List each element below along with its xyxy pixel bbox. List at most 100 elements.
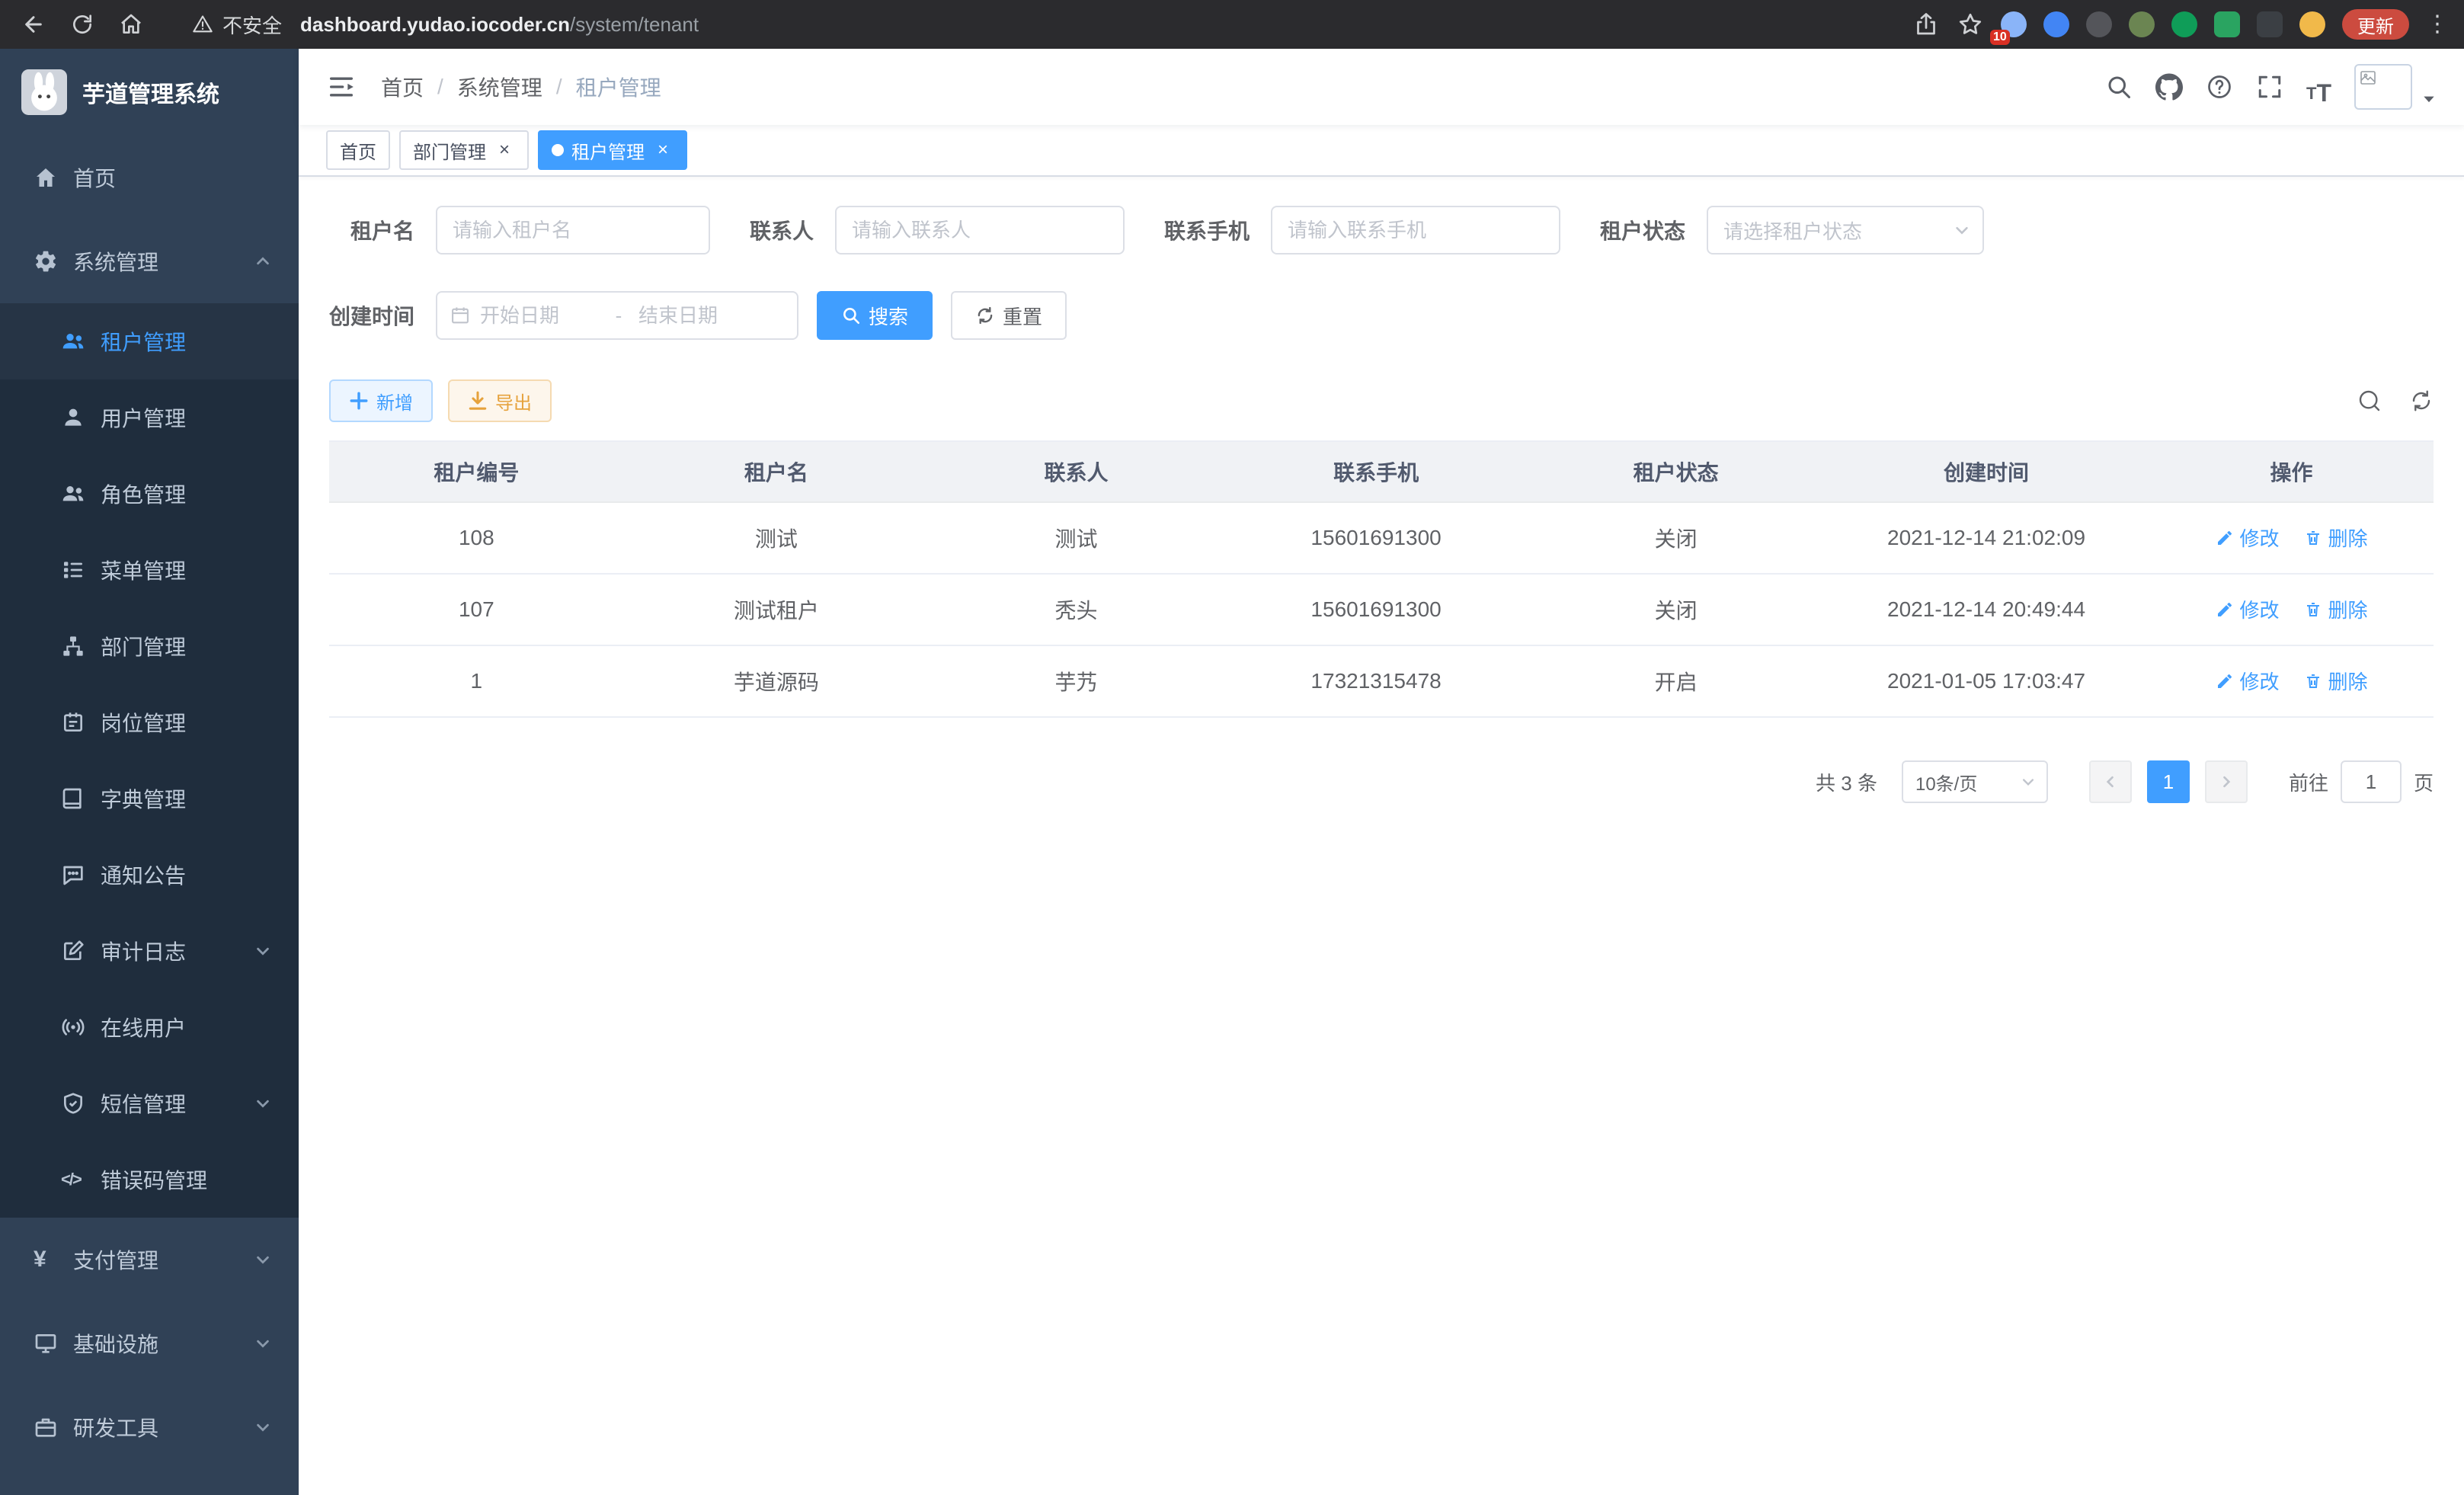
book-icon bbox=[61, 786, 85, 811]
extension-icon-3[interactable] bbox=[2086, 11, 2112, 37]
prev-page-button[interactable] bbox=[2089, 760, 2132, 803]
extension-icon-1[interactable]: 10 bbox=[2001, 11, 2027, 37]
sidebar-item-dept[interactable]: 部门管理 bbox=[0, 608, 299, 684]
contact-input[interactable] bbox=[835, 206, 1125, 255]
table-header-row: 租户编号 租户名 联系人 联系手机 租户状态 创建时间 操作 bbox=[329, 441, 2434, 502]
sidebar-item-tools[interactable]: 研发工具 bbox=[0, 1385, 299, 1469]
edit-link[interactable]: 修改 bbox=[2216, 667, 2280, 695]
edit-link[interactable]: 修改 bbox=[2216, 523, 2280, 552]
extension-icon-7[interactable] bbox=[2257, 11, 2283, 37]
fullscreen-button[interactable] bbox=[2256, 64, 2283, 110]
tag-tenant[interactable]: 租户管理 × bbox=[538, 130, 687, 170]
tag-label: 首页 bbox=[340, 137, 376, 164]
browser-home-button[interactable] bbox=[113, 6, 149, 43]
next-page-button[interactable] bbox=[2205, 760, 2248, 803]
sidebar-collapse-button[interactable] bbox=[326, 72, 357, 102]
breadcrumb-system[interactable]: 系统管理 bbox=[457, 72, 542, 102]
browser-update-button[interactable]: 更新 bbox=[2342, 9, 2409, 40]
chevron-right-icon bbox=[2219, 774, 2234, 789]
date-end-input[interactable] bbox=[635, 304, 760, 328]
tag-dept[interactable]: 部门管理 × bbox=[399, 130, 529, 170]
date-range-picker[interactable]: - bbox=[436, 291, 798, 340]
warning-triangle-icon bbox=[192, 14, 213, 35]
sidebar-item-pay[interactable]: ¥ 支付管理 bbox=[0, 1218, 299, 1301]
sidebar-item-infra[interactable]: 基础设施 bbox=[0, 1301, 299, 1385]
header-search-button[interactable] bbox=[2105, 64, 2133, 110]
delete-link[interactable]: 删除 bbox=[2304, 523, 2368, 552]
url-host: dashboard.yudao.iocoder.cn bbox=[300, 13, 570, 37]
page-size-value: 10条/页 bbox=[1915, 769, 2021, 796]
font-size-icon: T bbox=[2306, 84, 2316, 104]
cell-contact: 测试 bbox=[929, 502, 1224, 574]
sidebar-item-menu[interactable]: 菜单管理 bbox=[0, 532, 299, 608]
rabbit-logo-icon bbox=[21, 69, 67, 115]
sidebar-item-tenant[interactable]: 租户管理 bbox=[0, 303, 299, 379]
bookmark-button[interactable] bbox=[1957, 11, 1984, 38]
extension-icon-6[interactable] bbox=[2214, 11, 2240, 37]
docs-help-button[interactable] bbox=[2206, 64, 2233, 110]
chevron-up-icon bbox=[254, 253, 271, 270]
breadcrumb-home[interactable]: 首页 bbox=[381, 72, 424, 102]
tag-home[interactable]: 首页 bbox=[326, 130, 390, 170]
search-button[interactable]: 搜索 bbox=[817, 291, 933, 340]
message-icon bbox=[61, 863, 85, 887]
goto-page-input[interactable] bbox=[2341, 760, 2402, 803]
sidebar-item-dict[interactable]: 字典管理 bbox=[0, 760, 299, 837]
app-window: 芋道管理系统 首页 系统管理 bbox=[0, 49, 2464, 1495]
user-avatar-menu[interactable] bbox=[2354, 64, 2437, 110]
security-chip[interactable]: 不安全 bbox=[192, 11, 282, 39]
font-size-button[interactable]: TT bbox=[2306, 64, 2331, 110]
extension-icon-4[interactable] bbox=[2129, 11, 2155, 37]
sidebar-item-label: 审计日志 bbox=[101, 936, 186, 966]
date-start-input[interactable] bbox=[477, 304, 602, 328]
extension-icon-8[interactable] bbox=[2299, 11, 2325, 37]
sidebar-item-system[interactable]: 系统管理 bbox=[0, 219, 299, 303]
github-button[interactable] bbox=[2155, 64, 2183, 110]
delete-link[interactable]: 删除 bbox=[2304, 667, 2368, 695]
export-button[interactable]: 导出 bbox=[448, 379, 552, 422]
sidebar-item-home[interactable]: 首页 bbox=[0, 136, 299, 219]
sidebar-item-notice[interactable]: 通知公告 bbox=[0, 837, 299, 913]
extension-icon-5[interactable] bbox=[2171, 11, 2197, 37]
table-row: 108 测试 测试 15601691300 关闭 2021-12-14 21:0… bbox=[329, 502, 2434, 574]
browser-menu-icon[interactable]: ⋮ bbox=[2426, 11, 2449, 38]
browser-back-button[interactable] bbox=[15, 6, 52, 43]
app-title: 芋道管理系统 bbox=[82, 75, 219, 109]
cell-status: 关闭 bbox=[1528, 574, 1823, 645]
sidebar-item-errcode[interactable]: </> 错误码管理 bbox=[0, 1141, 299, 1218]
chevron-down-icon bbox=[2021, 774, 2036, 789]
tenant-users-icon bbox=[61, 329, 85, 354]
chevron-down-icon bbox=[254, 1251, 271, 1268]
security-label: 不安全 bbox=[222, 11, 282, 39]
address-bar[interactable]: dashboard.yudao.iocoder.cn/system/tenant bbox=[300, 13, 1894, 37]
toggle-search-button[interactable] bbox=[2357, 389, 2382, 413]
arrow-left-icon bbox=[21, 12, 46, 37]
extension-icon-2[interactable] bbox=[2043, 11, 2069, 37]
sidebar-item-sms[interactable]: 短信管理 bbox=[0, 1065, 299, 1141]
sidebar-item-audit[interactable]: 审计日志 bbox=[0, 913, 299, 989]
add-button[interactable]: 新增 bbox=[329, 379, 433, 422]
phone-input[interactable] bbox=[1271, 206, 1560, 255]
reset-button[interactable]: 重置 bbox=[951, 291, 1067, 340]
table-toolbar: 新增 导出 bbox=[329, 379, 2434, 422]
tenant-name-input[interactable] bbox=[436, 206, 710, 255]
tenant-status-select[interactable]: 请选择租户状态 bbox=[1707, 206, 1984, 255]
close-icon[interactable]: × bbox=[494, 139, 515, 161]
cell-contact: 芋艿 bbox=[929, 645, 1224, 717]
top-navbar: 首页 / 系统管理 / 租户管理 TT bbox=[299, 49, 2464, 125]
edit-link[interactable]: 修改 bbox=[2216, 595, 2280, 623]
delete-link[interactable]: 删除 bbox=[2304, 595, 2368, 623]
page-number-1[interactable]: 1 bbox=[2147, 760, 2190, 803]
sidebar-item-role[interactable]: 角色管理 bbox=[0, 456, 299, 532]
close-icon[interactable]: × bbox=[652, 139, 674, 161]
app-logo[interactable]: 芋道管理系统 bbox=[0, 49, 299, 136]
sidebar-item-post[interactable]: 岗位管理 bbox=[0, 684, 299, 760]
monitor-icon bbox=[34, 1331, 58, 1356]
page-size-select[interactable]: 10条/页 bbox=[1902, 760, 2048, 803]
refresh-table-button[interactable] bbox=[2409, 389, 2434, 413]
browser-reload-button[interactable] bbox=[64, 6, 101, 43]
header-actions: 操作 bbox=[2149, 441, 2434, 502]
sidebar-item-online[interactable]: 在线用户 bbox=[0, 989, 299, 1065]
share-button[interactable] bbox=[1912, 11, 1940, 38]
sidebar-item-user[interactable]: 用户管理 bbox=[0, 379, 299, 456]
